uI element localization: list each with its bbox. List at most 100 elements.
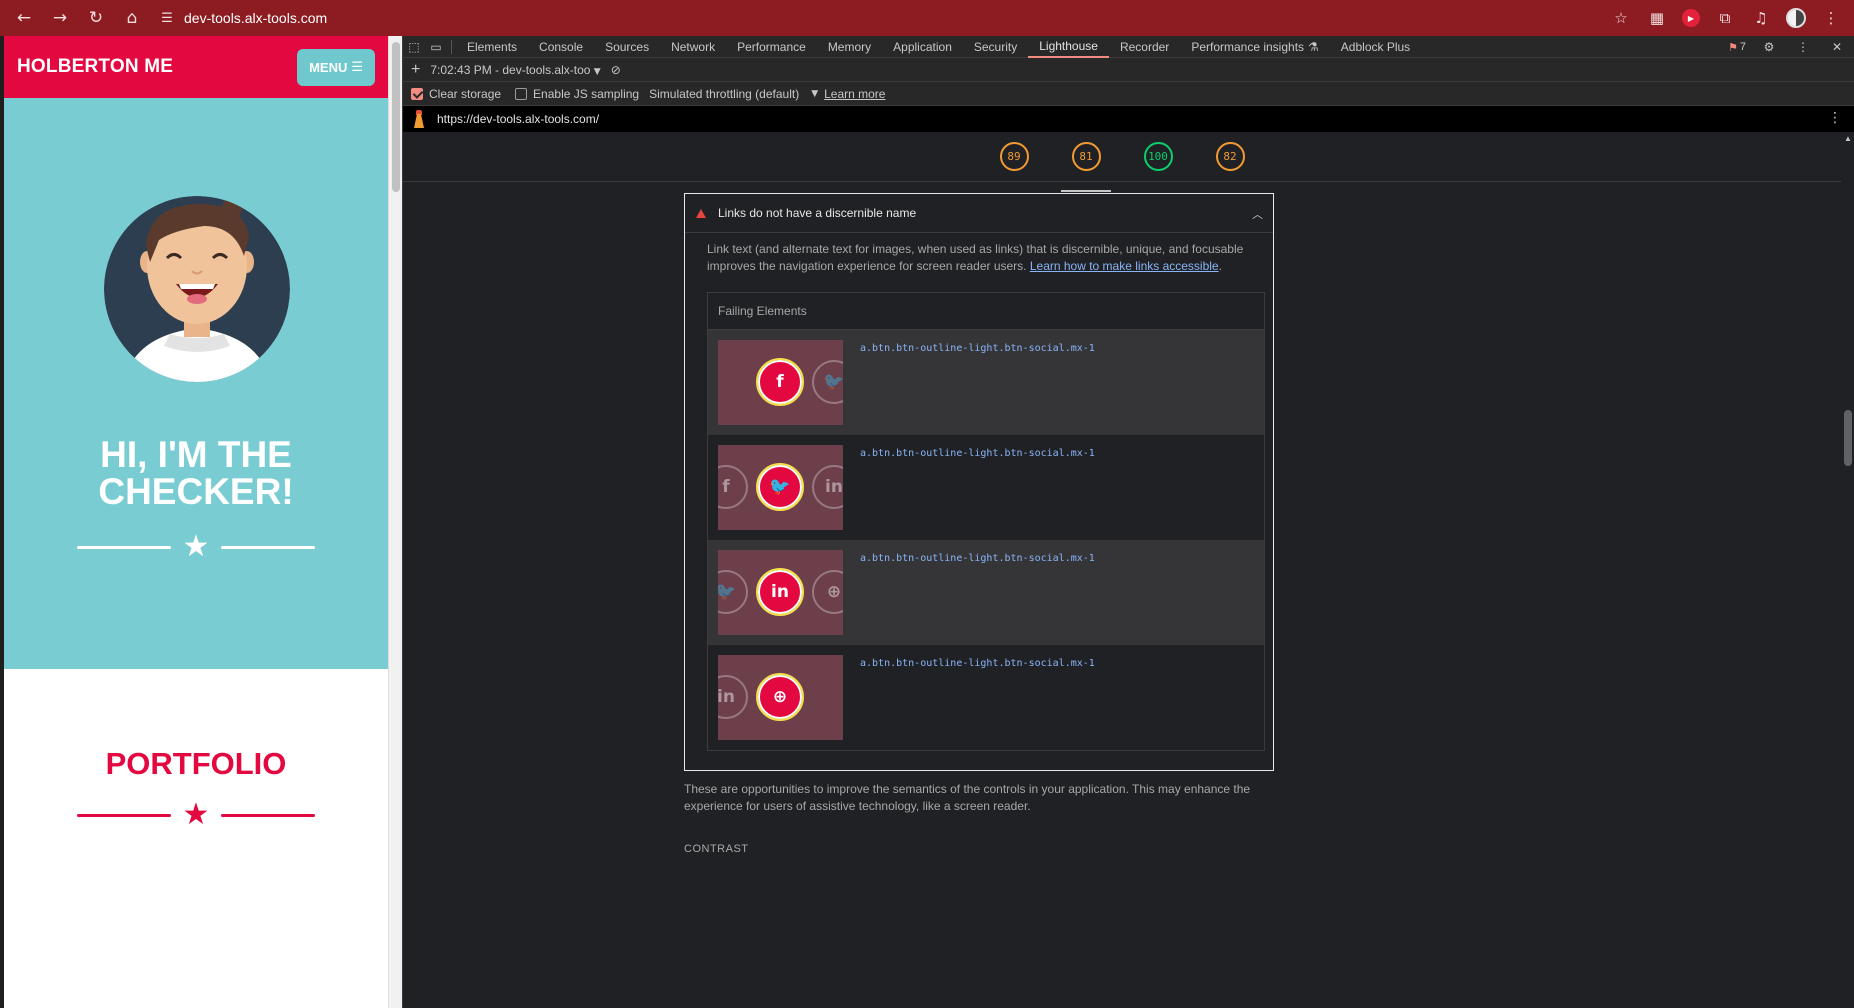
throttling-dropdown-icon[interactable]: ▼: [811, 89, 818, 99]
score-gauges: 89 81 100 82: [403, 132, 1841, 192]
devtools-tabbar: ⬚ ▭ Elements Console Sources Network Per…: [403, 36, 1854, 58]
chevron-up-icon[interactable]: ︿: [1252, 206, 1263, 222]
issues-badge[interactable]: ⚑ 7: [1728, 41, 1746, 54]
hero-title: HI, I'M THE CHECKER!: [4, 436, 388, 510]
qr-extension-icon[interactable]: ▦: [1646, 7, 1668, 29]
score-gauge: 82: [1215, 142, 1245, 171]
mobile-page-preview: HOLBERTON ME MENU ☰ HI, I'M THE CHECKER!…: [4, 36, 388, 1008]
tab-network[interactable]: Network: [660, 36, 726, 58]
divider-line-left: [76, 813, 171, 817]
tab-console[interactable]: Console: [528, 36, 594, 58]
divider-line-right: [221, 545, 316, 549]
gauge-best-practices[interactable]: 100: [1133, 142, 1183, 181]
portfolio-divider: ★: [4, 800, 388, 830]
page-scrollbar[interactable]: [388, 36, 402, 1008]
lighthouse-report: 89 81 100 82 Links do not have a discern…: [403, 132, 1854, 1008]
portfolio-title: PORTFOLIO: [105, 746, 287, 781]
contrast-section-title: CONTRAST: [684, 843, 749, 855]
tab-security[interactable]: Security: [963, 36, 1028, 58]
report-selector[interactable]: 7:02:43 PM - dev-tools.alx-too ▼: [430, 63, 600, 77]
device-toolbar-icon[interactable]: ▭: [425, 36, 447, 58]
menu-button[interactable]: MENU ☰: [297, 48, 375, 86]
linkedin-icon: in: [718, 675, 748, 719]
settings-gear-icon[interactable]: ⚙: [1758, 36, 1780, 58]
site-navbar: HOLBERTON ME MENU ☰: [4, 36, 388, 98]
audit-description: Link text (and alternate text for images…: [707, 242, 1244, 273]
bookmark-star-icon[interactable]: ☆: [1610, 7, 1632, 29]
fail-triangle-icon: [696, 208, 706, 218]
hero-section: HI, I'M THE CHECKER! ★: [4, 98, 388, 669]
tab-recorder[interactable]: Recorder: [1109, 36, 1180, 58]
table-row[interactable]: 🐦 in ⊕ a.btn.btn-outline-light.btn-socia…: [708, 540, 1264, 645]
tab-performance[interactable]: Performance: [726, 36, 817, 58]
address-bar[interactable]: dev-tools.alx-tools.com: [184, 10, 1610, 26]
close-icon[interactable]: ✕: [1826, 36, 1848, 58]
score-gauge: 81: [1071, 142, 1101, 171]
home-icon[interactable]: ⌂: [118, 4, 146, 32]
dribbble-icon: ⊕: [812, 570, 843, 614]
js-sampling-label: Enable JS sampling: [533, 86, 640, 101]
tab-sources[interactable]: Sources: [594, 36, 660, 58]
score-gauge: 100: [1143, 142, 1173, 171]
audit-title: Links do not have a discernible name: [718, 206, 917, 220]
back-icon[interactable]: ←: [10, 4, 38, 32]
flask-icon: ⚗: [1308, 39, 1319, 54]
table-row[interactable]: in ⊕ a.btn.btn-outline-light.btn-social.…: [708, 645, 1264, 750]
devtools-menu-icon[interactable]: ⋮: [1792, 36, 1814, 58]
element-selector: a.btn.btn-outline-light.btn-social.mx-1: [860, 448, 1095, 459]
profile-avatar-icon[interactable]: [1786, 8, 1806, 28]
twitter-icon: 🐦: [718, 570, 748, 614]
audit-card: Links do not have a discernible name ︿ L…: [684, 193, 1274, 771]
report-scrollbar[interactable]: ▲: [1841, 132, 1854, 1008]
table-row[interactable]: f 🐦 in a.btn.btn-outline-light.btn-socia…: [708, 435, 1264, 540]
scroll-up-icon[interactable]: ▲: [1844, 134, 1852, 143]
gauge-performance[interactable]: 89: [989, 142, 1039, 181]
report-menu-icon[interactable]: ⋮: [1828, 110, 1842, 126]
learn-links-accessible-link[interactable]: Learn how to make links accessible: [1030, 259, 1219, 273]
forward-icon[interactable]: →: [46, 4, 74, 32]
hero-title-line-1: HI, I'M THE: [100, 434, 292, 475]
divider-line-left: [76, 545, 171, 549]
clear-storage-checkbox[interactable]: [411, 87, 423, 100]
gauge-accessibility[interactable]: 81: [1061, 142, 1111, 192]
site-brand[interactable]: HOLBERTON ME: [17, 56, 173, 78]
report-scroll-thumb[interactable]: [1844, 410, 1852, 466]
linkedin-icon: in: [812, 465, 843, 509]
inspect-element-icon[interactable]: ⬚: [403, 36, 425, 58]
element-screenshot: f 🐦 in: [718, 445, 843, 530]
browser-toolbar: ← → ↻ ⌂ ☰ dev-tools.alx-tools.com ☆ ▦ ▶ …: [0, 0, 1854, 36]
lighthouse-toolbar: + 7:02:43 PM - dev-tools.alx-too ▼ ⊘: [403, 58, 1854, 82]
element-screenshot: f 🐦: [718, 340, 843, 425]
hamburger-icon: ☰: [351, 59, 363, 75]
tab-performance-insights[interactable]: Performance insights ⚗: [1180, 36, 1329, 58]
divider-line-right: [221, 813, 316, 817]
report-url[interactable]: https://dev-tools.alx-tools.com/: [437, 112, 599, 126]
extensions-puzzle-icon[interactable]: ⧉: [1714, 7, 1736, 29]
tab-adblock-plus[interactable]: Adblock Plus: [1330, 36, 1421, 58]
tab-elements[interactable]: Elements: [456, 36, 528, 58]
audit-header[interactable]: Links do not have a discernible name ︿: [685, 194, 1273, 233]
clear-report-icon[interactable]: ⊘: [611, 63, 621, 77]
page-scroll-thumb[interactable]: [392, 42, 400, 192]
tab-lighthouse[interactable]: Lighthouse: [1028, 36, 1109, 58]
devtools-panel: ⬚ ▭ Elements Console Sources Network Per…: [402, 36, 1854, 1008]
reload-icon[interactable]: ↻: [82, 4, 110, 32]
browser-menu-icon[interactable]: ⋮: [1820, 7, 1842, 29]
new-report-icon[interactable]: +: [411, 61, 420, 79]
star-icon: ★: [182, 797, 210, 832]
table-row[interactable]: f 🐦 a.btn.btn-outline-light.btn-social.m…: [708, 330, 1264, 435]
youtube-extension-icon[interactable]: ▶: [1682, 9, 1700, 27]
menu-label: MENU: [309, 59, 348, 75]
media-controls-icon[interactable]: ♫: [1750, 7, 1772, 29]
facebook-icon: f: [756, 358, 804, 406]
js-sampling-checkbox[interactable]: [515, 87, 528, 100]
tab-memory[interactable]: Memory: [817, 36, 882, 58]
dropdown-arrow-icon: ▼: [593, 66, 601, 77]
linkedin-icon: in: [756, 568, 804, 616]
site-info-icon[interactable]: ☰: [158, 9, 176, 27]
element-screenshot: in ⊕: [718, 655, 843, 740]
gauge-seo[interactable]: 82: [1205, 142, 1255, 181]
tab-application[interactable]: Application: [882, 36, 963, 58]
clear-storage-label: Clear storage: [429, 86, 502, 101]
learn-more-link[interactable]: Learn more: [824, 87, 885, 101]
